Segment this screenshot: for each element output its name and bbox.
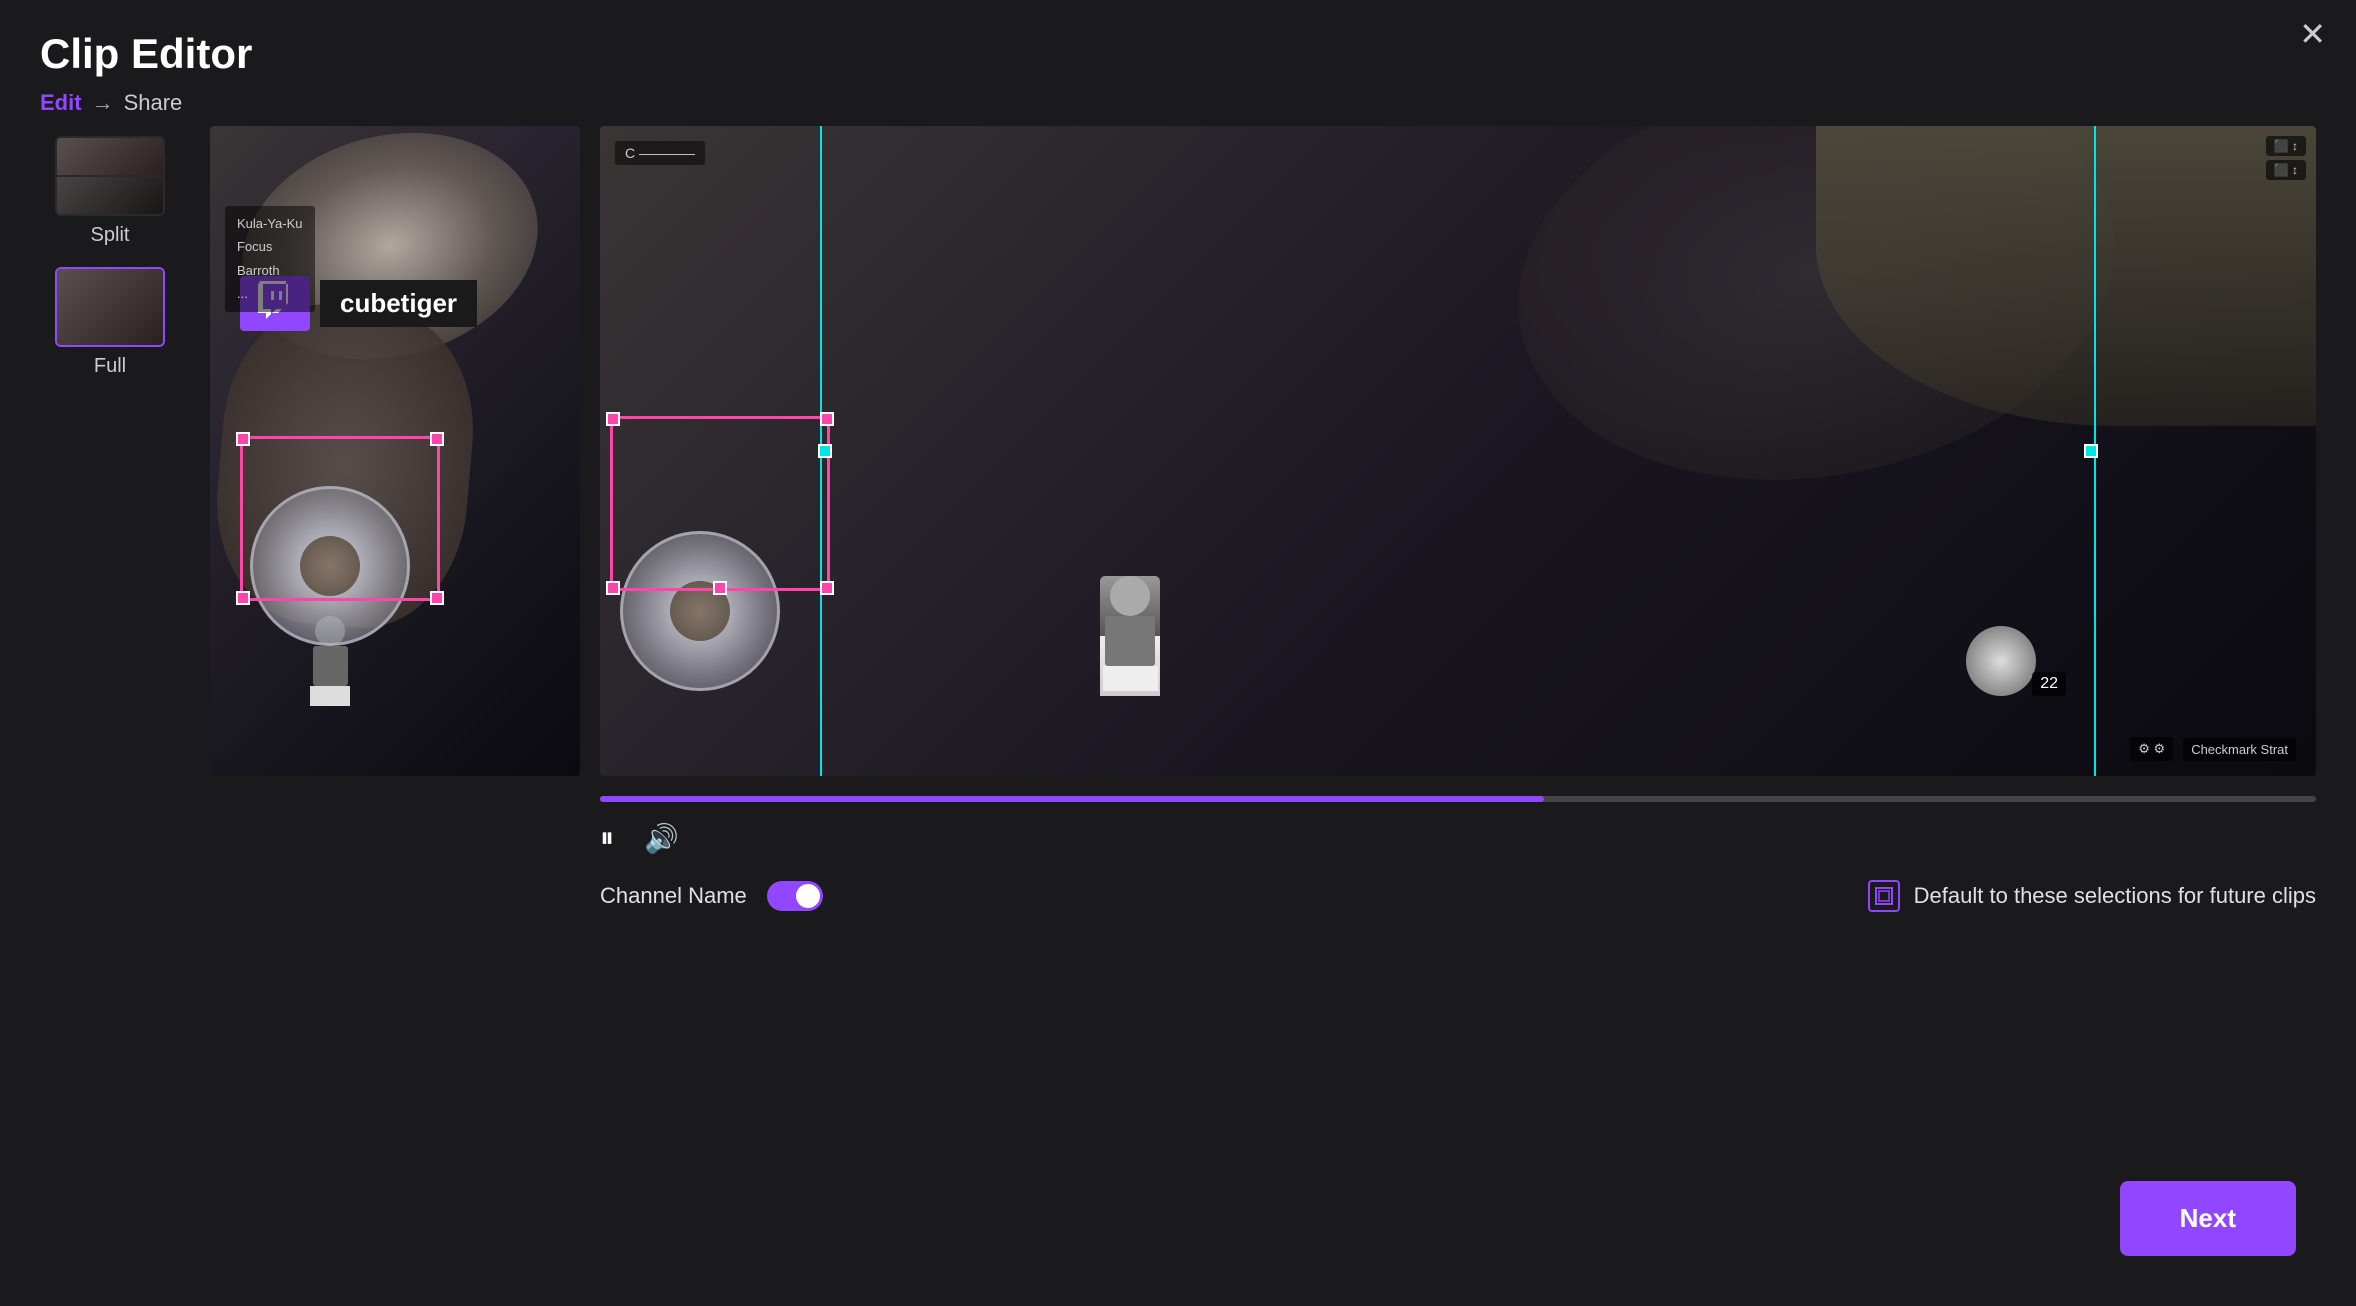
bottom-right-hud: ⚙ ⚙ Checkmark Strat [2130,737,2296,761]
hud-btn-1: ⬛ ↕ [2266,136,2306,156]
ball-item-right [1966,626,2036,696]
playback-controls: ⏸ 🔊 [600,822,2316,855]
handle-br-left[interactable] [430,591,444,605]
crop-handle-right[interactable] [2084,444,2098,458]
full-thumbnail [55,267,165,347]
handle-tr-left[interactable] [430,432,444,446]
controls-area: ⏸ 🔊 Channel Name [600,776,2316,912]
preview-right-wrapper: C ———— ⬛ ↕ ⬛ ↕ 22 ⚙ ⚙ Checkmark Strat [600,126,2316,1272]
crop-handle-left[interactable] [818,444,832,458]
channel-name-toggle[interactable] [767,881,823,911]
selection-box-left[interactable] [240,436,440,601]
breadcrumb-share: Share [124,90,183,116]
channel-toggle-group: Channel Name [600,881,823,911]
selection-box-right[interactable] [610,416,830,591]
breadcrumb-arrow: → [92,90,114,116]
channel-name-label: Channel Name [600,883,747,909]
handle-bottom-right[interactable] [713,581,727,595]
channel-name-overlay-text: cubetiger [320,280,477,327]
thumb-bottom [57,177,163,214]
progress-bar-fill [600,796,1544,802]
handle-tl-left[interactable] [236,432,250,446]
close-button[interactable]: ✕ [2299,18,2326,50]
default-selections: Default to these selections for future c… [1868,880,2316,912]
handle-tr-right[interactable] [820,412,834,426]
num-badge: 22 [2032,672,2066,696]
preview-left: cubetiger Kula-Ya-Ku Focus Barroth ... [210,126,580,776]
play-pause-button[interactable]: ⏸ [600,822,614,855]
handle-bl-left[interactable] [236,591,250,605]
header: Clip Editor Edit → Share [0,0,2356,126]
hud-icon-1: ⚙ ⚙ [2130,737,2173,761]
default-icon [1868,880,1900,912]
page-title: Clip Editor [40,30,2316,78]
hud-label-1: Checkmark Strat [2183,738,2296,761]
preview-left-inner: cubetiger Kula-Ya-Ku Focus Barroth ... [210,126,580,776]
layout-option-split[interactable]: Split [40,136,180,247]
default-label: Default to these selections for future c… [1914,883,2316,909]
split-thumbnail [55,136,165,216]
handle-bl-right[interactable] [606,581,620,595]
breadcrumb: Edit → Share [40,90,2316,116]
character-right [1100,576,1160,696]
options-row: Channel Name Default to these sele [600,880,2316,912]
volume-button[interactable]: 🔊 [644,822,679,855]
toggle-knob [796,884,820,908]
progress-bar[interactable] [600,796,2316,802]
thumb-top [57,138,163,175]
layout-option-full[interactable]: Full [40,267,180,378]
full-thumb-scene [57,269,163,345]
full-label: Full [94,355,126,378]
main-content: Split Full [0,126,2356,1272]
preview-area: cubetiger Kula-Ya-Ku Focus Barroth ... [210,126,2316,1272]
next-button[interactable]: Next [2120,1181,2296,1256]
team-list-hud: Kula-Ya-Ku Focus Barroth ... [225,206,315,312]
hud-corner-right: ⬛ ↕ ⬛ ↕ [2266,136,2306,180]
hud-btn-2: ⬛ ↕ [2266,160,2306,180]
split-label: Split [91,224,130,247]
handle-tl-right[interactable] [606,412,620,426]
hud-top-right: C ———— [615,141,705,165]
video-bg-right: C ———— ⬛ ↕ ⬛ ↕ 22 ⚙ ⚙ Checkmark Strat [600,126,2316,776]
handle-br-right[interactable] [820,581,834,595]
preview-right: C ———— ⬛ ↕ ⬛ ↕ 22 ⚙ ⚙ Checkmark Strat [600,126,2316,776]
layout-sidebar: Split Full [40,126,180,1272]
breadcrumb-edit[interactable]: Edit [40,90,82,116]
